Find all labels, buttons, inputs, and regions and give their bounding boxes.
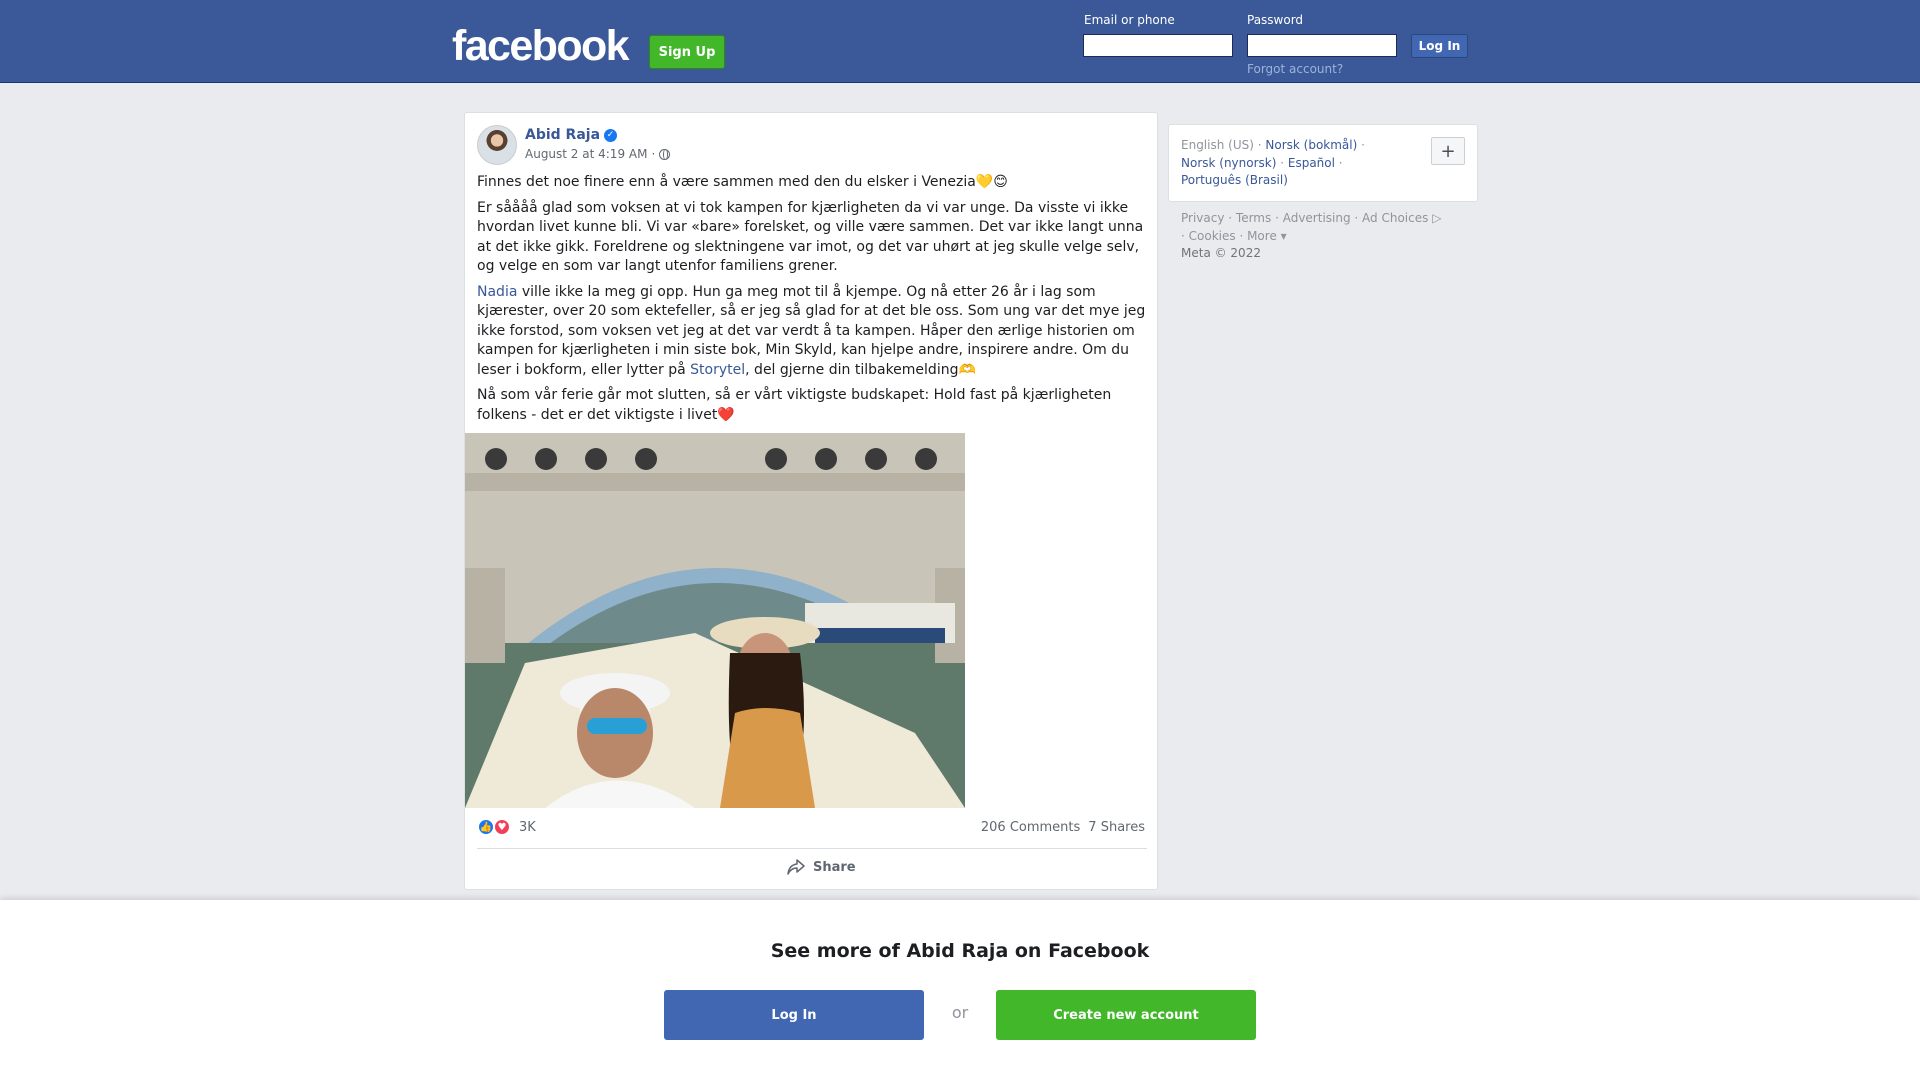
login-prompt-overlay: See more of Abid Raja on Facebook Log In…	[0, 900, 1920, 1080]
post-card: Abid Raja ✓ August 2 at 4:19 AM · Finnes…	[464, 112, 1158, 890]
reaction-summary[interactable]: 👍 ♥ 3K	[477, 818, 536, 836]
photo-illustration	[465, 433, 965, 808]
post-paragraph: Nadia ville ikke la meg gi opp. Hun ga m…	[477, 283, 1146, 378]
comments-count[interactable]: 206 Comments	[981, 820, 1080, 835]
post-paragraph: Nå som vår ferie går mot slutten, så er …	[477, 387, 1112, 423]
mention-link[interactable]: Storytel	[690, 362, 745, 378]
footer-link-advertising[interactable]: Advertising	[1283, 211, 1351, 225]
shares-count[interactable]: 7 Shares	[1088, 820, 1145, 835]
or-label: or	[951, 1003, 969, 1022]
post-author[interactable]: Abid Raja ✓	[525, 127, 618, 143]
footer-link-ad-choices[interactable]: Ad Choices	[1362, 211, 1428, 225]
post-text: Finnes det noe finere enn å være sammen …	[477, 173, 1147, 431]
post-paragraph: Finnes det noe finere enn å være sammen …	[477, 174, 1008, 190]
footer-link-more[interactable]: More	[1247, 229, 1277, 243]
post-meta: August 2 at 4:19 AM ·	[525, 147, 671, 161]
engagement-counts: 206 Comments 7 Shares	[981, 820, 1145, 835]
current-language: English (US)	[1181, 138, 1254, 152]
post-paragraph: Er såååå glad som voksen at vi tok kampe…	[477, 199, 1144, 275]
divider	[477, 848, 1147, 849]
password-field[interactable]	[1247, 34, 1397, 57]
footer-links: Privacy · Terms · Advertising · Ad Choic…	[1181, 211, 1442, 260]
share-label: Share	[813, 859, 856, 875]
more-languages-button[interactable]: +	[1431, 137, 1465, 165]
email-field[interactable]	[1083, 34, 1233, 57]
facebook-logo[interactable]: facebook	[452, 22, 630, 71]
language-list: English (US) · Norsk (bokmål) · Norsk (n…	[1181, 138, 1365, 187]
footer-link-cookies[interactable]: Cookies	[1189, 229, 1236, 243]
email-label: Email or phone	[1084, 13, 1175, 27]
share-button[interactable]: Share	[787, 859, 856, 875]
footer-link-terms[interactable]: Terms	[1236, 211, 1271, 225]
post-timestamp[interactable]: August 2 at 4:19 AM	[525, 147, 647, 161]
footer-link-privacy[interactable]: Privacy	[1181, 211, 1224, 225]
author-name[interactable]: Abid Raja	[525, 127, 600, 143]
reaction-count[interactable]: 3K	[519, 820, 536, 835]
ad-choices-icon: ▷	[1428, 211, 1442, 225]
verified-icon: ✓	[604, 128, 618, 142]
mention-link[interactable]: Nadia	[477, 284, 517, 300]
language-box: English (US) · Norsk (bokmål) · Norsk (n…	[1168, 124, 1478, 202]
copyright: Meta © 2022	[1181, 246, 1261, 260]
forgot-account-link[interactable]: Forgot account?	[1247, 62, 1343, 76]
sign-up-button[interactable]: Sign Up	[649, 35, 725, 69]
create-account-button[interactable]: Create new account	[996, 990, 1256, 1040]
overlay-login-button[interactable]: Log In	[664, 990, 924, 1040]
language-link[interactable]: Português (Brasil)	[1181, 173, 1288, 187]
share-icon	[787, 859, 805, 875]
language-link[interactable]: Español	[1288, 156, 1335, 170]
language-link[interactable]: Norsk (nynorsk)	[1181, 156, 1276, 170]
top-bar: facebook Sign Up Email or phone Password…	[0, 0, 1920, 83]
love-icon: ♥	[493, 818, 511, 836]
overlay-title: See more of Abid Raja on Facebook	[770, 940, 1150, 962]
password-label: Password	[1247, 13, 1304, 27]
login-button[interactable]: Log In	[1411, 34, 1468, 58]
chevron-down-icon: ▾	[1276, 228, 1287, 243]
globe-icon	[659, 148, 671, 160]
avatar[interactable]	[477, 125, 517, 165]
post-photo[interactable]	[465, 433, 965, 808]
language-link[interactable]: Norsk (bokmål)	[1265, 138, 1357, 152]
